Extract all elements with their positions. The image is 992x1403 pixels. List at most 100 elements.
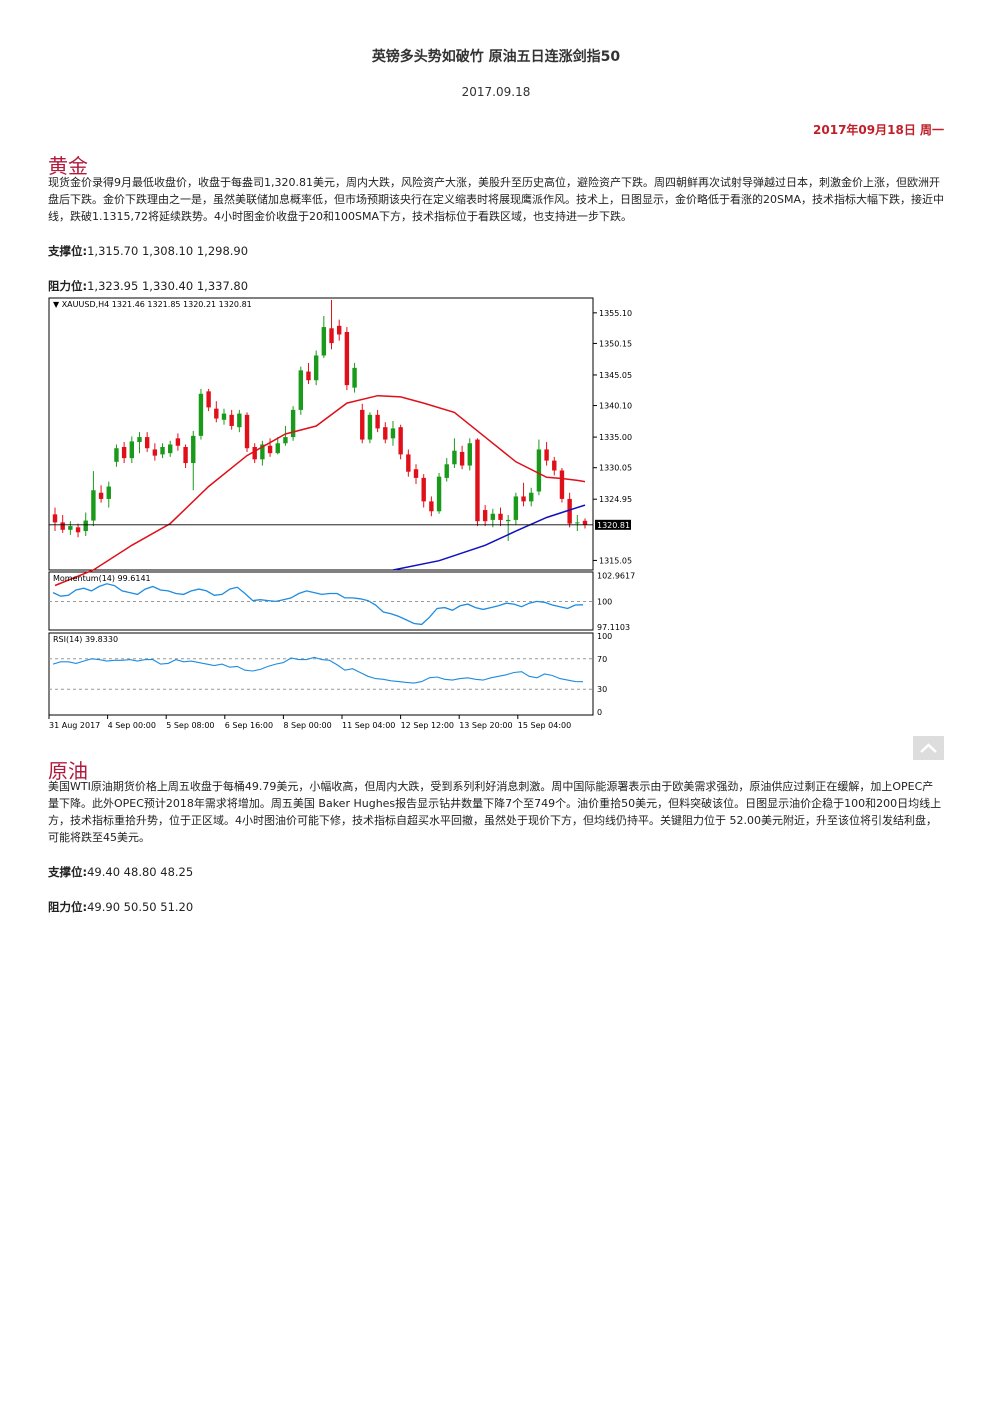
chevron-up-icon [920, 743, 937, 753]
candle-body [252, 446, 257, 460]
candle-body [91, 490, 96, 521]
momentum-label: Momentum(14) 99.6141 [53, 574, 151, 583]
candle-body [337, 325, 342, 335]
sma20-line [54, 394, 586, 587]
gold-paragraph: 现货金价录得9月最低收盘价，收盘于每盎司1,320.81美元，周内大跌，风险资产… [48, 176, 944, 223]
candle-body [383, 427, 388, 440]
rsi-tick-label: 0 [597, 708, 602, 717]
candle-body [321, 327, 327, 356]
candle-body [375, 414, 380, 429]
oil-support-label: 支撑位: [48, 865, 88, 879]
candle-body [498, 513, 503, 520]
rsi-tick-label: 70 [597, 655, 607, 664]
candle-body [344, 332, 350, 386]
candle-body [529, 492, 534, 502]
x-tick-label: 15 Sep 04:00 [518, 721, 571, 730]
chart-header-label: ▼ XAUUSD,H4 1321.46 1321.85 1320.21 1320… [53, 300, 252, 309]
candle-body [459, 451, 465, 466]
momentum-line [52, 583, 584, 626]
candle-body [68, 526, 73, 530]
candle-body [475, 439, 480, 522]
candle-body [544, 449, 549, 461]
price-tick-label: 1315.05 [599, 556, 632, 565]
gold-resistance-values: 1,323.95 1,330.40 1,337.80 [87, 279, 249, 293]
candle-body [121, 446, 127, 459]
price-tick-label: 1324.95 [599, 495, 632, 504]
candle-body [175, 438, 181, 446]
candle-body [552, 460, 557, 471]
oil-resistance-label: 阻力位: [48, 900, 88, 914]
x-tick-label: 13 Sep 20:00 [459, 721, 512, 730]
candle-body [367, 414, 373, 440]
candle-body [114, 448, 119, 462]
candle-body [183, 446, 188, 464]
candle-body [575, 522, 580, 524]
rsi-tick-label: 100 [597, 632, 612, 641]
candle-body [329, 328, 334, 344]
candle-body [206, 391, 211, 408]
rsi-tick-label: 30 [597, 685, 607, 694]
candle-body [229, 414, 234, 426]
candle-body [214, 408, 219, 419]
candle-body [244, 414, 250, 449]
candle-body [421, 477, 426, 502]
gold-resistance-label: 阻力位: [48, 279, 88, 293]
candle-body [298, 370, 303, 410]
candle-body [283, 437, 288, 444]
candle-body [429, 501, 434, 512]
weekday-date: 2017年09月18日 周一 [813, 123, 944, 137]
candle-body [352, 367, 357, 388]
price-tick-label: 1335.00 [599, 433, 632, 442]
candle-body [267, 445, 273, 454]
candle-body [390, 428, 396, 439]
candle-body [452, 450, 457, 465]
candle-body [52, 514, 58, 523]
oil-paragraph: 美国WTI原油期货价格上周五收盘于每桶49.79美元，小幅收高，但周内大跌，受到… [48, 780, 942, 844]
x-tick-label: 4 Sep 00:00 [108, 721, 156, 730]
x-tick-label: 8 Sep 00:00 [283, 721, 331, 730]
candle-body [106, 486, 111, 499]
price-tick-label: 1330.05 [599, 464, 632, 473]
momentum-tick-label: 102.9617 [597, 571, 635, 580]
candle-body [406, 454, 411, 472]
momentum-tick-label: 100 [597, 597, 612, 606]
candle-body [467, 443, 472, 466]
candle-body [168, 444, 173, 454]
x-tick-label: 5 Sep 08:00 [166, 721, 214, 730]
scroll-to-top-button[interactable] [913, 736, 944, 760]
x-tick-label: 11 Sep 04:00 [342, 721, 395, 730]
candle-body [152, 449, 158, 456]
candle-body [191, 435, 196, 464]
candle-body [505, 519, 511, 522]
candle-body [144, 437, 150, 449]
candle-body [398, 427, 403, 455]
rsi-label: RSI(14) 39.8330 [53, 635, 118, 644]
candle-body [521, 496, 526, 502]
candle-body [75, 527, 81, 533]
rsi-line [52, 656, 584, 684]
price-tick-label: 1350.15 [599, 339, 632, 348]
candle-body [444, 464, 449, 478]
page-title: 英镑多头势如破竹 原油五日连涨剑指50 [371, 49, 621, 65]
candle-body [413, 469, 419, 478]
candle-body [221, 413, 227, 420]
candle-body [237, 413, 242, 428]
candle-body [129, 441, 135, 459]
gold-support-values: 1,315.70 1,308.10 1,298.90 [87, 244, 249, 258]
gold-support: 支撑位:1,315.70 1,308.10 1,298.90 [48, 243, 248, 259]
candle-body [198, 393, 204, 436]
candle-body [360, 409, 365, 440]
price-tick-label: 1340.10 [599, 402, 632, 411]
candle-body [98, 492, 104, 499]
price-panel-frame [48, 297, 594, 571]
price-tick-label: 1345.05 [599, 371, 632, 380]
candle-body [436, 476, 442, 512]
oil-resistance-values: 49.90 50.50 51.20 [87, 900, 194, 914]
candle-body [582, 520, 588, 525]
x-tick-label: 6 Sep 16:00 [225, 721, 273, 730]
candle-body [275, 443, 280, 454]
candle-body [306, 371, 311, 381]
current-price-label: 1320.81 [597, 521, 630, 530]
momentum-tick-label: 97.1103 [597, 623, 630, 632]
x-tick-label: 31 Aug 2017 [49, 721, 100, 730]
